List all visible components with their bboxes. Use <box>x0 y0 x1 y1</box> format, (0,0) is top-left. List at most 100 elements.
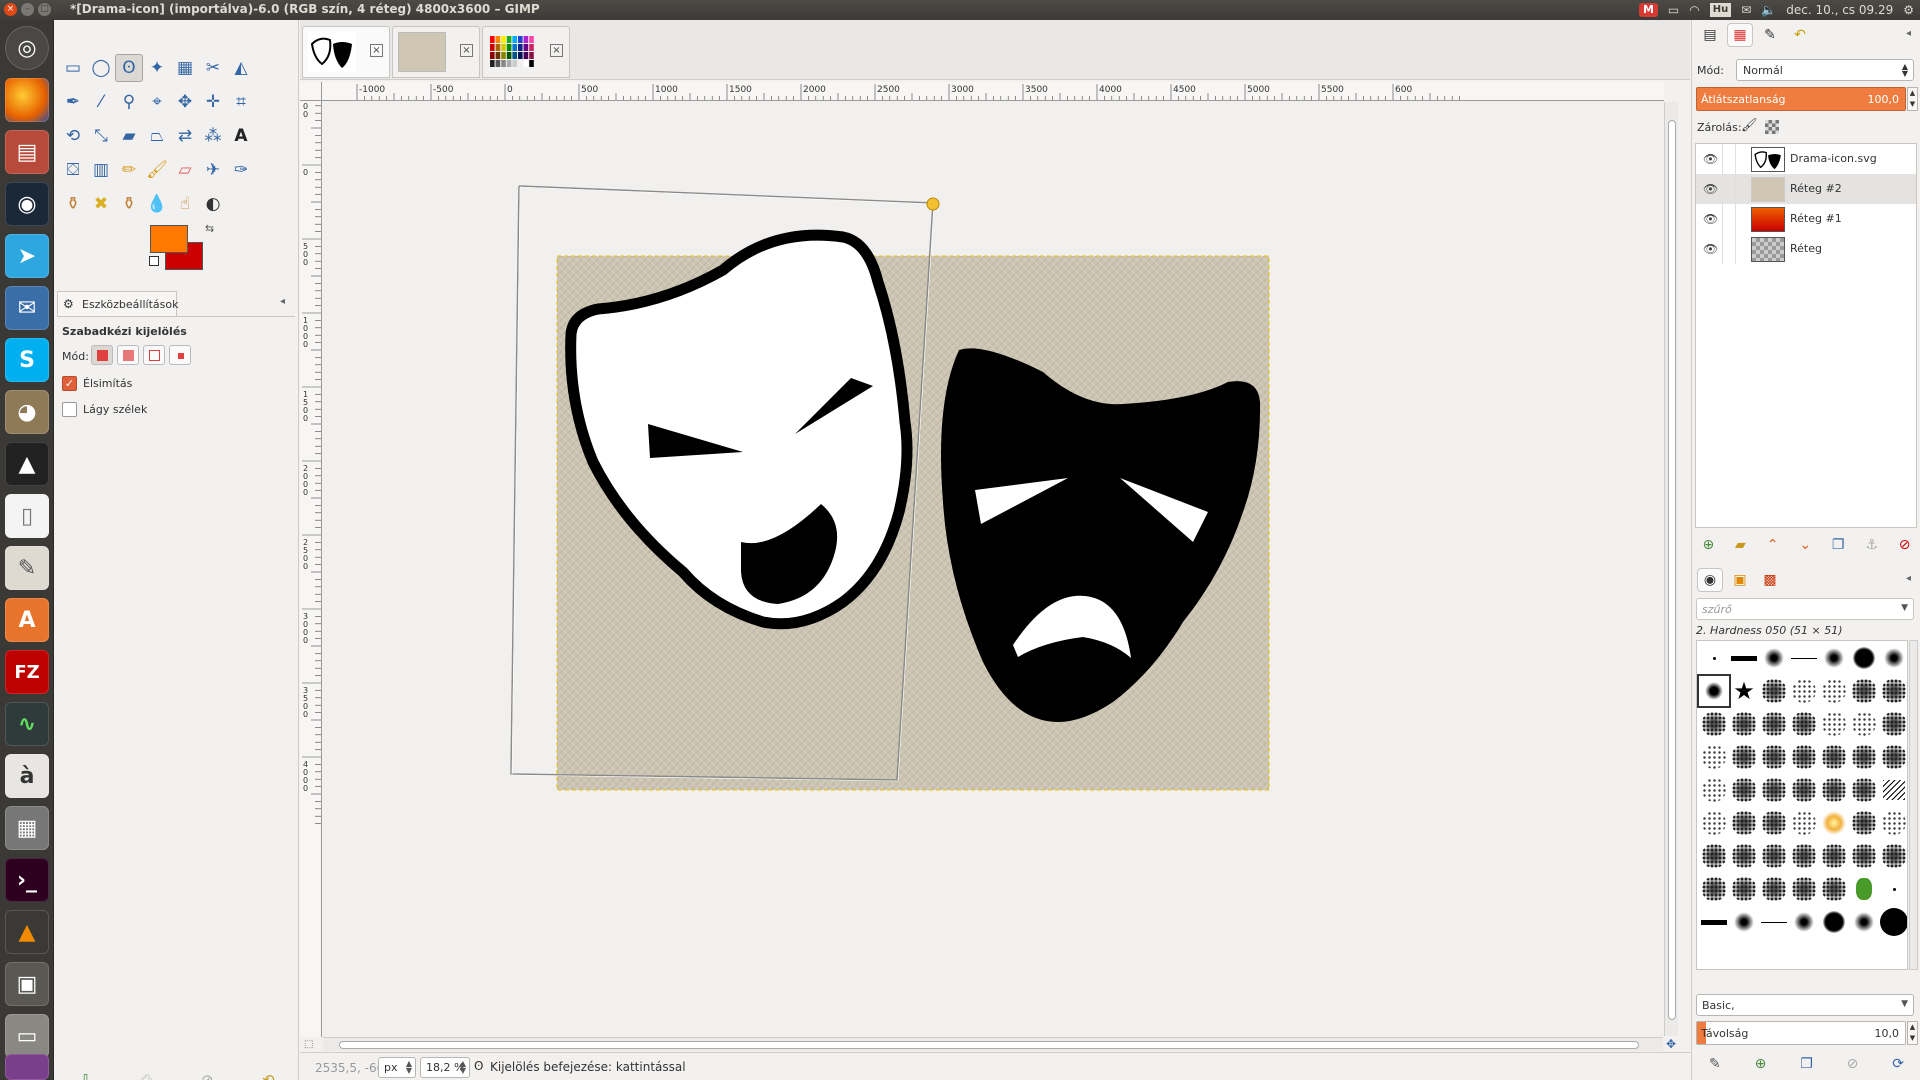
brush-swatch[interactable] <box>1729 775 1759 805</box>
smudge-icon[interactable]: ☝ <box>171 190 199 218</box>
tool-options-tab[interactable]: ⚙ Eszközbeállítások <box>57 291 178 317</box>
mode-intersect-button[interactable] <box>169 345 191 365</box>
close-tab-icon[interactable]: × <box>550 44 563 57</box>
image-tab-drama-icon[interactable]: × <box>302 26 390 78</box>
chain-toggle[interactable] <box>1722 204 1736 234</box>
layer-name[interactable]: Réteg <box>1790 242 1822 255</box>
brush-swatch[interactable]: ★ <box>1729 676 1759 706</box>
zoom-combo[interactable]: 18,2 % ▲ ▼ <box>420 1057 470 1078</box>
wifi-icon[interactable]: ◠ <box>1689 1 1699 19</box>
fuzzy-select-icon[interactable]: ✦ <box>143 54 171 82</box>
writer-icon[interactable]: ▯ <box>5 494 49 538</box>
brush-swatch[interactable] <box>1789 676 1819 706</box>
vertical-scrollbar[interactable] <box>1664 102 1678 1036</box>
brush-swatch[interactable] <box>1699 742 1729 772</box>
layer-name[interactable]: Drama-icon.svg <box>1790 152 1877 165</box>
brush-swatch[interactable] <box>1879 874 1907 904</box>
raise-layer-icon[interactable]: ⌃ <box>1767 537 1779 553</box>
brush-swatch[interactable] <box>1879 643 1907 673</box>
default-colors-icon[interactable] <box>149 256 159 266</box>
brush-swatch[interactable] <box>1819 874 1849 904</box>
layer-mode-combo[interactable]: Normál ▲ ▼ <box>1736 59 1914 81</box>
brush-swatch[interactable] <box>1849 874 1879 904</box>
spacing-spin-arrows-icon[interactable]: ▲ ▼ <box>1907 1021 1918 1045</box>
save-options-icon[interactable]: ⇩ <box>79 1071 92 1080</box>
heal-icon[interactable]: ✖ <box>87 190 115 218</box>
brush-swatch[interactable] <box>1789 742 1819 772</box>
brush-swatch[interactable] <box>1729 874 1759 904</box>
brush-preset-combo[interactable]: Basic, ▼ <box>1696 994 1914 1016</box>
brush-swatch[interactable] <box>1729 808 1759 838</box>
steam-icon[interactable]: ◉ <box>5 182 49 226</box>
brush-grid-scrollbar[interactable] <box>1909 640 1918 970</box>
channels-tab-icon[interactable]: ▦ <box>1728 24 1752 46</box>
brush-swatch[interactable] <box>1879 808 1907 838</box>
rotate-icon[interactable]: ⟲ <box>59 122 87 150</box>
keyboard-layout-indicator[interactable]: Hu <box>1709 3 1732 17</box>
duplicate-layer-icon[interactable]: ❐ <box>1832 537 1845 553</box>
brush-swatch[interactable] <box>1879 841 1907 871</box>
perspective-icon[interactable]: ⏢ <box>143 122 171 150</box>
rect-select-icon[interactable]: ▭ <box>59 54 87 82</box>
close-tab-icon[interactable]: × <box>370 44 383 57</box>
workspaces-icon[interactable]: ▣ <box>5 962 49 1006</box>
brush-swatch[interactable] <box>1759 643 1789 673</box>
brush-swatch[interactable] <box>1759 709 1789 739</box>
quick-mask-icon[interactable]: ⬚ <box>304 1039 313 1050</box>
zoom-icon[interactable]: ⚲ <box>115 88 143 116</box>
foreground-select-icon[interactable]: ◭ <box>227 54 255 82</box>
brush-swatch[interactable] <box>1819 808 1849 838</box>
disk-icon[interactable]: ▭ <box>5 1014 49 1058</box>
battery-icon[interactable]: ▭ <box>1668 1 1679 19</box>
brush-swatch[interactable] <box>1759 841 1789 871</box>
mode-replace-button[interactable] <box>91 345 113 365</box>
brush-swatch[interactable] <box>1879 709 1907 739</box>
brush-swatch[interactable] <box>1789 643 1819 673</box>
firefox-icon[interactable] <box>5 78 49 122</box>
volume-icon[interactable]: 🔈 <box>1761 1 1776 19</box>
ellipse-select-icon[interactable]: ◯ <box>87 54 115 82</box>
scissors-select-icon[interactable]: ✂ <box>199 54 227 82</box>
brush-swatch[interactable] <box>1789 775 1819 805</box>
paths-tab-icon[interactable]: ✎ <box>1758 24 1782 46</box>
flip-icon[interactable]: ⇄ <box>171 122 199 150</box>
brush-swatch[interactable] <box>1759 676 1789 706</box>
brush-swatch[interactable] <box>1699 874 1729 904</box>
opacity-slider[interactable]: Átlátszatlanság 100,0 <box>1696 87 1906 111</box>
visibility-eye-icon[interactable]: 👁 <box>1703 182 1718 196</box>
brush-swatch[interactable] <box>1699 907 1729 937</box>
brush-swatch[interactable] <box>1789 808 1819 838</box>
mode-subtract-button[interactable] <box>143 345 165 365</box>
system-monitor-icon[interactable]: ∿ <box>5 702 49 746</box>
pencil-icon[interactable]: ✏ <box>115 156 143 184</box>
brush-swatch[interactable] <box>1849 841 1879 871</box>
canvas[interactable] <box>323 102 1663 1036</box>
unit-combo[interactable]: px ▲ ▼ <box>378 1057 416 1078</box>
visibility-eye-icon[interactable]: 👁 <box>1703 242 1718 256</box>
brush-swatch[interactable] <box>1819 775 1849 805</box>
brush-swatch[interactable] <box>1879 742 1907 772</box>
brush-swatch[interactable] <box>1879 676 1907 706</box>
restore-options-icon[interactable]: ⎙ <box>140 1071 152 1080</box>
brush-swatch[interactable] <box>1699 808 1729 838</box>
layer-row[interactable]: 👁 Réteg <box>1696 234 1916 264</box>
software-center-icon[interactable]: A <box>5 598 49 642</box>
brush-filter-combo[interactable]: szűrő ▼ <box>1696 598 1914 620</box>
image-tab-palette[interactable]: × <box>482 26 570 78</box>
dodge-burn-icon[interactable]: ◐ <box>199 190 227 218</box>
brush-swatch[interactable] <box>1849 676 1879 706</box>
brush-swatch[interactable] <box>1759 775 1789 805</box>
system-gear-icon[interactable]: ⚙ <box>1903 1 1914 19</box>
dock-menu-icon[interactable]: ◂ <box>280 296 285 307</box>
brush-swatch[interactable] <box>1699 643 1729 673</box>
new-layer-group-icon[interactable]: ▰ <box>1735 537 1746 553</box>
minimize-window-button[interactable]: – <box>21 3 34 16</box>
mail-indicator-icon[interactable]: M <box>1638 3 1658 17</box>
cage-transform-icon[interactable]: ⁂ <box>199 122 227 150</box>
paths-icon[interactable]: ✒ <box>59 88 87 116</box>
dock-menu-icon[interactable]: ◂ <box>1906 28 1911 39</box>
chain-toggle[interactable] <box>1722 174 1736 204</box>
reset-options-icon[interactable]: ⟲ <box>262 1071 275 1080</box>
brush-swatch[interactable] <box>1789 709 1819 739</box>
brush-swatch[interactable] <box>1729 742 1759 772</box>
